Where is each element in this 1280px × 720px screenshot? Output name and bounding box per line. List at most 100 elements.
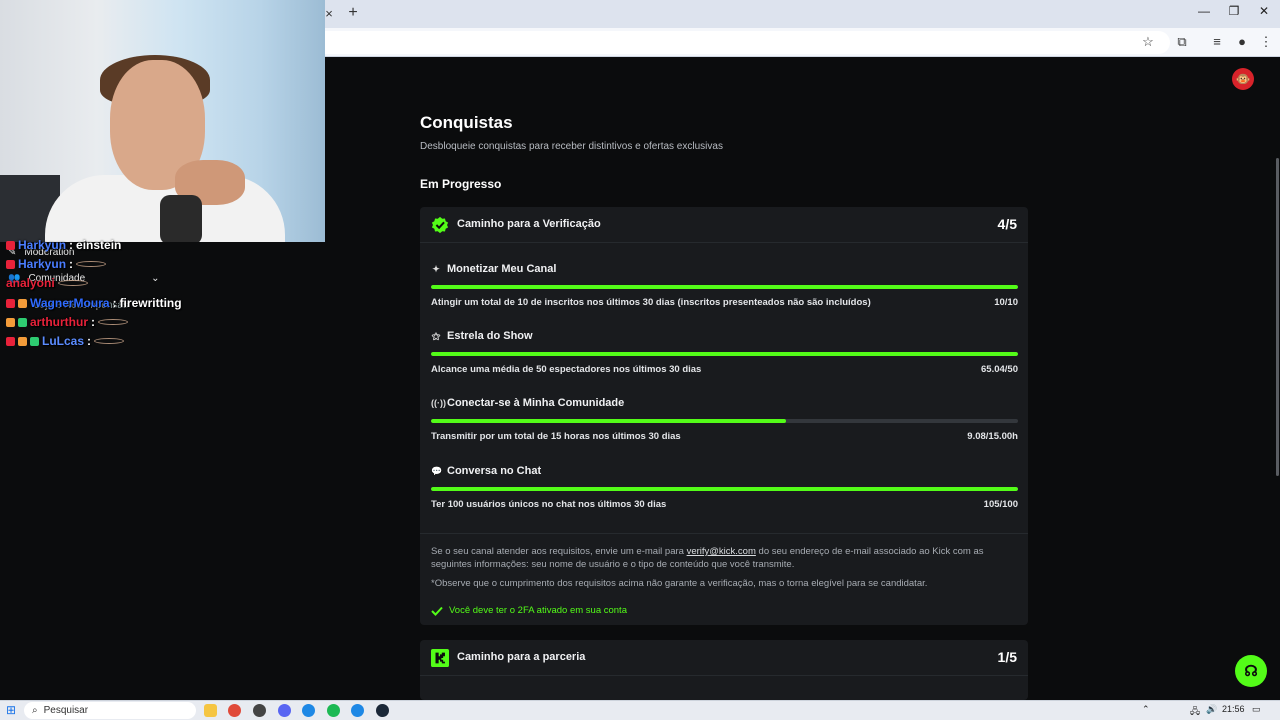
verification-card-header[interactable]: Caminho para a Verificação 4/5 [420, 207, 1028, 243]
progress-bar [431, 352, 1018, 356]
partner-card-header[interactable]: Caminho para a parceria 1/5 [420, 640, 1028, 676]
kick-logo-icon [431, 649, 449, 667]
chat-username: analyoni [6, 276, 55, 290]
new-tab-button[interactable]: + [342, 3, 364, 23]
volume-icon[interactable]: 🔊 [1206, 704, 1217, 715]
search-icon: ⌕ [32, 705, 38, 716]
requirement-value: 65.04/50 [981, 364, 1018, 375]
requirement-value: 9.08/15.00h [967, 431, 1018, 442]
heart-badge-icon [6, 336, 15, 346]
app-c2-icon[interactable] [351, 704, 364, 717]
progress-fill [431, 285, 1018, 289]
checkmark-icon [431, 606, 443, 616]
sub-badge-icon [6, 317, 15, 327]
chat-message: Harkyun: einstein [6, 238, 121, 252]
chat-username: Harkyun [18, 257, 67, 271]
file-explorer-icon[interactable] [204, 704, 217, 717]
divider [420, 533, 1028, 534]
requirement-description: Atingir um total de 10 de inscritos nos … [431, 297, 871, 308]
requirement-title: Conectar-se à Minha Comunidade [447, 397, 625, 409]
chat-username: Harkyun [18, 238, 67, 252]
windows-taskbar: ⊞ ⌕ Pesquisar ⌃ 🖧 🔊 21:56 ▭ [0, 700, 1280, 720]
webcam-overlay [0, 0, 325, 242]
close-window-button[interactable]: ✕ [1254, 4, 1274, 18]
bookmark-star-icon[interactable]: ☆ [1137, 32, 1159, 52]
chat-emote [76, 261, 107, 267]
spotify-icon[interactable] [327, 704, 340, 717]
chevron-down-icon: ⌄ [151, 273, 160, 284]
progress-bar [431, 487, 1018, 491]
notifications-icon[interactable]: ▭ [1252, 704, 1261, 715]
partner-card-count: 1/5 [997, 649, 1017, 665]
app-c-icon[interactable] [302, 704, 315, 717]
broadcast-icon: ((·)) [431, 398, 446, 408]
note-text-before: Se o seu canal atender aos requisitos, e… [431, 546, 687, 557]
2fa-requirement: Você deve ter o 2FA ativado em sua conta [431, 605, 627, 616]
chat-text: einstein [76, 238, 122, 252]
page-scrollbar[interactable] [1276, 158, 1279, 476]
chat-emote [94, 338, 125, 344]
address-bar[interactable] [300, 31, 1170, 54]
verification-disclaimer: *Observe que o cumprimento dos requisito… [431, 578, 928, 589]
chrome-icon[interactable] [228, 704, 241, 717]
chat-username: arthurthur [30, 315, 88, 329]
chat-emote [57, 280, 88, 286]
progress-fill [431, 352, 1018, 356]
page-title: Conquistas [420, 113, 513, 132]
requirement-title: Monetizar Meu Canal [447, 263, 557, 275]
chat-username: LuLcas [42, 334, 85, 348]
partner-card-title: Caminho para a parceria [457, 651, 586, 663]
taskbar-search[interactable]: ⌕ Pesquisar [24, 702, 196, 719]
extensions-icon[interactable]: ⧉ [1171, 32, 1193, 52]
requirement-description: Ter 100 usuários únicos no chat nos últi… [431, 499, 667, 510]
requirement-description: Alcance uma média de 50 espectadores nos… [431, 364, 702, 375]
heart-badge-icon [6, 298, 15, 308]
heart-badge-icon [6, 259, 15, 269]
restore-button[interactable]: ❐ [1224, 4, 1244, 18]
obs-icon[interactable] [253, 704, 266, 717]
requirement-value: 105/100 [983, 499, 1018, 510]
2fa-requirement-text: Você deve ter o 2FA ativado em sua conta [449, 605, 627, 616]
clock[interactable]: 21:56 [1222, 704, 1245, 714]
discord-icon[interactable] [278, 704, 291, 717]
user-avatar[interactable]: 🐵 [1232, 68, 1254, 90]
verification-card-count: 4/5 [997, 216, 1017, 232]
sparkle-icon: ✦ [432, 263, 440, 274]
sub-badge-icon [18, 336, 27, 346]
requirement-value: 10/10 [994, 297, 1018, 308]
progress-bar [431, 419, 1018, 423]
chat-emote [98, 319, 128, 325]
windows-start-icon[interactable]: ⊞ [6, 703, 16, 717]
gift-badge-icon [30, 336, 39, 346]
verification-note: Se o seu canal atender aos requisitos, e… [431, 545, 1021, 571]
progress-bar [431, 285, 1018, 289]
heart-badge-icon [6, 240, 15, 250]
support-chat-button[interactable]: ☊ [1235, 655, 1267, 687]
steam-icon[interactable] [376, 704, 389, 717]
partner-card: Caminho para a parceria 1/5 [420, 640, 1028, 700]
progress-fill [431, 419, 787, 423]
verify-email-link[interactable]: verify@kick.com [687, 546, 756, 557]
progress-fill [431, 487, 1018, 491]
page-subtitle: Desbloqueie conquistas para receber dist… [420, 141, 723, 152]
tray-chevron-icon[interactable]: ⌃ [1142, 704, 1150, 715]
star-person-icon: ⚝ [431, 330, 441, 341]
chat-message: analyoni [6, 276, 88, 290]
taskbar-search-placeholder: Pesquisar [43, 705, 89, 716]
chat-message: WagnerMoura: firewritting [6, 296, 182, 310]
minimize-button[interactable]: — [1194, 4, 1214, 18]
verification-card-title: Caminho para a Verificação [457, 218, 601, 230]
chat-message: arthurthur: [6, 315, 128, 329]
requirement-title: Estrela do Show [447, 330, 533, 342]
network-icon[interactable]: 🖧 [1190, 704, 1200, 720]
webcam-microphone [160, 195, 202, 242]
chat-bubble-icon: 💬 [431, 465, 443, 476]
chat-message: LuLcas: [6, 334, 125, 348]
requirement-title: Conversa no Chat [447, 465, 542, 477]
browser-menu-icon[interactable]: ⋮ [1255, 32, 1277, 52]
profile-avatar-icon[interactable]: ● [1231, 32, 1253, 52]
requirement-description: Transmitir por um total de 15 horas nos … [431, 431, 681, 442]
headset-icon: ☊ [1244, 663, 1258, 680]
verified-badge-icon [431, 216, 449, 234]
media-control-icon[interactable]: ≡ [1206, 32, 1228, 52]
